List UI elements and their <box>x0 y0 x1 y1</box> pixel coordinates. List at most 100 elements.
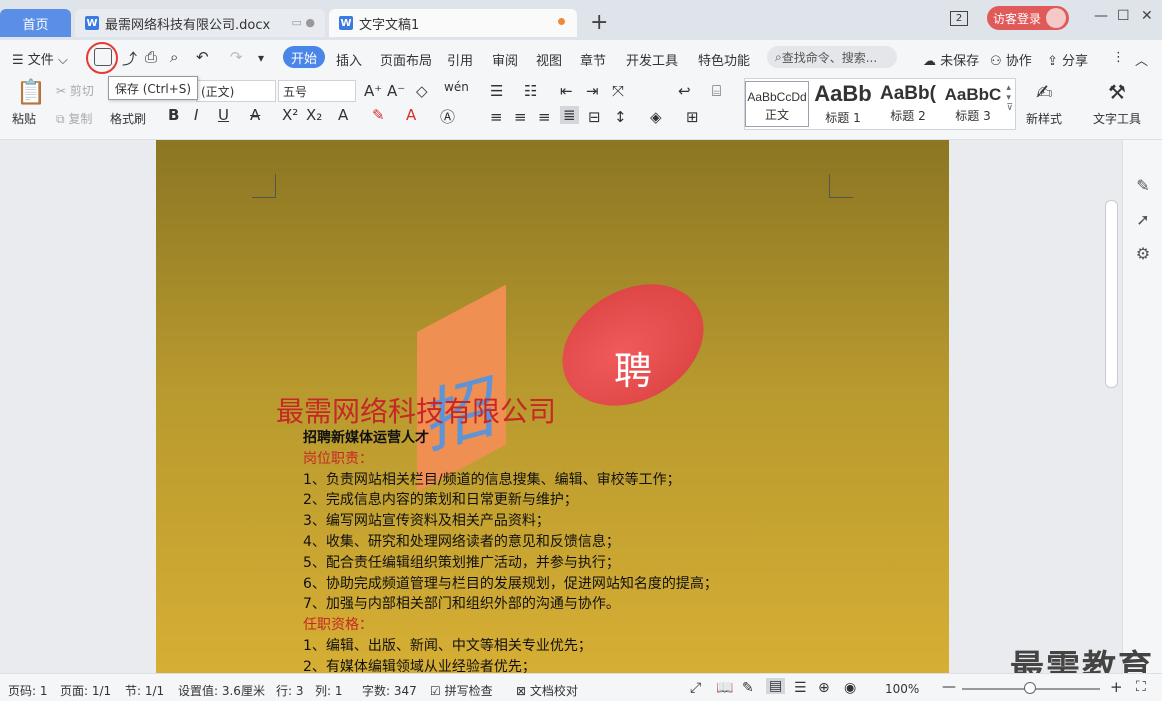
window-count-badge[interactable]: 2 <box>950 11 968 26</box>
paste-icon[interactable]: 📋 <box>16 78 46 106</box>
file-menu[interactable]: ☰ 文件 ⌵ <box>12 49 68 68</box>
underline-button[interactable]: U <box>218 106 229 124</box>
tab-page-layout[interactable]: 页面布局 <box>380 50 432 69</box>
collaborate-button[interactable]: ⚇ 协作 <box>990 50 1032 69</box>
save-icon[interactable] <box>94 48 112 66</box>
print-icon[interactable]: ⎙ <box>145 48 157 66</box>
settings-sliders-icon[interactable]: ⚙ <box>1133 244 1153 264</box>
subscript-button[interactable]: X₂ <box>306 106 322 124</box>
scrollbar-thumb[interactable] <box>1105 200 1118 388</box>
tab-home[interactable]: 首页 <box>0 9 71 37</box>
pin-shape-text: 聘 <box>614 349 653 393</box>
text-tools-button[interactable]: 文字工具 <box>1093 110 1141 127</box>
select-pointer-icon[interactable]: ➚ <box>1133 210 1153 230</box>
doc-line: 1、编辑、出版、新闻、中文等相关专业优先； <box>303 637 592 654</box>
maximize-icon[interactable]: ☐ <box>1117 8 1130 24</box>
web-view-icon[interactable]: ⊕ <box>818 680 830 696</box>
tab-insert[interactable]: 插入 <box>336 50 362 69</box>
status-word-count[interactable]: 字数: 347 <box>362 682 417 699</box>
shading-icon[interactable]: ◈ <box>650 108 662 126</box>
styles-scroll-icon[interactable]: ▴ ▾ ⊽ <box>1006 83 1013 113</box>
edit-pen-icon[interactable]: ✎ <box>1133 176 1153 196</box>
superscript-button[interactable]: X² <box>282 106 298 124</box>
italic-button[interactable]: I <box>194 106 198 124</box>
document-body[interactable]: 招聘新媒体运营人才 岗位职责： 1、负责网站相关栏目/频道的信息搜集、编辑、审校… <box>303 428 863 673</box>
collapse-ribbon-icon[interactable]: ︿ <box>1135 50 1148 69</box>
style-normal[interactable]: AaBbCcDd 正文 <box>745 81 809 127</box>
close-icon[interactable]: ✕ <box>1141 8 1153 24</box>
page-view-icon[interactable]: ▤ <box>766 678 786 694</box>
zoom-slider-thumb[interactable] <box>1024 682 1036 694</box>
tab-stops-icon[interactable]: ⌸ <box>712 82 721 100</box>
bold-button[interactable]: B <box>168 106 179 124</box>
tab-review[interactable]: 审阅 <box>492 50 518 69</box>
tab-developer[interactable]: 开发工具 <box>626 50 678 69</box>
monitor-icon[interactable]: ▭ ● <box>292 16 316 29</box>
zoom-out-icon[interactable]: — <box>942 679 956 695</box>
minimize-icon[interactable]: — <box>1094 8 1108 24</box>
char-border-button[interactable]: Ⓐ <box>440 106 455 127</box>
tab-document-2[interactable]: W 文字文稿1 <box>329 9 577 37</box>
quick-access-dropdown-icon[interactable]: ▾ <box>258 51 264 65</box>
borders-icon[interactable]: ⊞ <box>686 108 699 126</box>
style-heading-1[interactable]: AaBb 标题 1 <box>811 81 875 127</box>
unsaved-dot-icon <box>558 18 565 25</box>
cut-button[interactable]: ✂ 剪切 <box>56 82 94 99</box>
paste-button[interactable]: 粘贴 <box>12 110 36 127</box>
tab-start[interactable]: 开始 <box>283 46 325 68</box>
chinese-layout-icon[interactable]: ⤧ <box>612 82 624 100</box>
outline-view-icon[interactable]: ☰ <box>794 680 807 696</box>
eye-protection-icon[interactable]: ◉ <box>844 680 856 696</box>
read-mode-icon[interactable]: 📖 <box>716 680 733 696</box>
pinyin-icon[interactable]: wén <box>444 80 469 94</box>
font-name-select[interactable]: (正文) <box>196 80 276 102</box>
strikethrough-button[interactable]: A <box>250 106 260 124</box>
print-preview-icon[interactable]: ⌕ <box>170 48 178 66</box>
zoom-level[interactable]: 100% <box>885 682 919 696</box>
font-color-button[interactable]: A <box>406 106 416 124</box>
tab-special-features[interactable]: 特色功能 <box>698 50 750 69</box>
search-input[interactable]: ⌕ 查找命令、搜索... <box>767 46 897 68</box>
align-center-icon[interactable]: ≡ <box>514 108 527 126</box>
align-left-icon[interactable]: ≡ <box>490 108 503 126</box>
undo-icon[interactable]: ↶ <box>196 48 209 66</box>
line-break-icon[interactable]: ↩ <box>678 82 691 100</box>
tab-chapter[interactable]: 章节 <box>580 50 606 69</box>
proofread-button[interactable]: ⊠ 文档校对 <box>516 682 578 699</box>
fullscreen-icon[interactable]: ⤢ <box>690 680 701 696</box>
tab-references[interactable]: 引用 <box>447 50 473 69</box>
font-size-select[interactable]: 五号 <box>278 80 356 102</box>
zoom-in-icon[interactable]: + <box>1110 678 1123 696</box>
bullets-icon[interactable]: ☰ <box>490 82 503 100</box>
justify-icon[interactable]: ≣ <box>560 106 579 124</box>
align-right-icon[interactable]: ≡ <box>538 108 551 126</box>
format-painter-button[interactable]: 格式刷 <box>110 110 146 127</box>
unsaved-status[interactable]: ☁ 未保存 <box>923 50 979 69</box>
checkbox-icon: ☑ <box>430 684 445 698</box>
grow-font-icon[interactable]: A⁺ A⁻ <box>364 82 405 100</box>
style-heading-2[interactable]: AaBb( 标题 2 <box>876 81 940 127</box>
output-icon[interactable]: ⤴ <box>122 48 137 69</box>
highlight-icon[interactable]: ✎ <box>372 106 385 124</box>
copy-button[interactable]: ⧉ 复制 <box>56 110 92 127</box>
indent-decrease-icon[interactable]: ⇤ <box>560 82 573 100</box>
style-heading-3[interactable]: AaBbC 标题 3 <box>941 81 1005 127</box>
fit-window-icon[interactable]: ⛶ <box>1136 679 1146 695</box>
share-button[interactable]: ⇪ 分享 <box>1047 50 1088 69</box>
status-page-number[interactable]: 页码: 1 <box>8 682 48 699</box>
more-icon[interactable]: ⋮ <box>1112 50 1125 65</box>
tab-view[interactable]: 视图 <box>536 50 562 69</box>
spell-check-button[interactable]: ☑ 拼写检查 <box>430 682 493 699</box>
line-spacing-icon[interactable]: ↕ <box>614 108 627 126</box>
new-style-button[interactable]: 新样式 <box>1026 110 1062 127</box>
numbering-icon[interactable]: ☷ <box>524 82 537 100</box>
distributed-icon[interactable]: ⊟ <box>588 108 601 126</box>
clear-format-icon[interactable]: ◇ <box>416 82 428 100</box>
login-button[interactable]: 访客登录 <box>987 6 1069 30</box>
new-tab-button[interactable]: + <box>590 10 608 35</box>
tab-document-1[interactable]: W 最需网络科技有限公司.docx ▭ ● <box>75 9 325 37</box>
write-mode-icon[interactable]: ✎ <box>742 680 754 696</box>
indent-increase-icon[interactable]: ⇥ <box>586 82 599 100</box>
redo-icon[interactable]: ↷ <box>230 48 243 66</box>
text-effect-button[interactable]: A <box>338 106 348 124</box>
